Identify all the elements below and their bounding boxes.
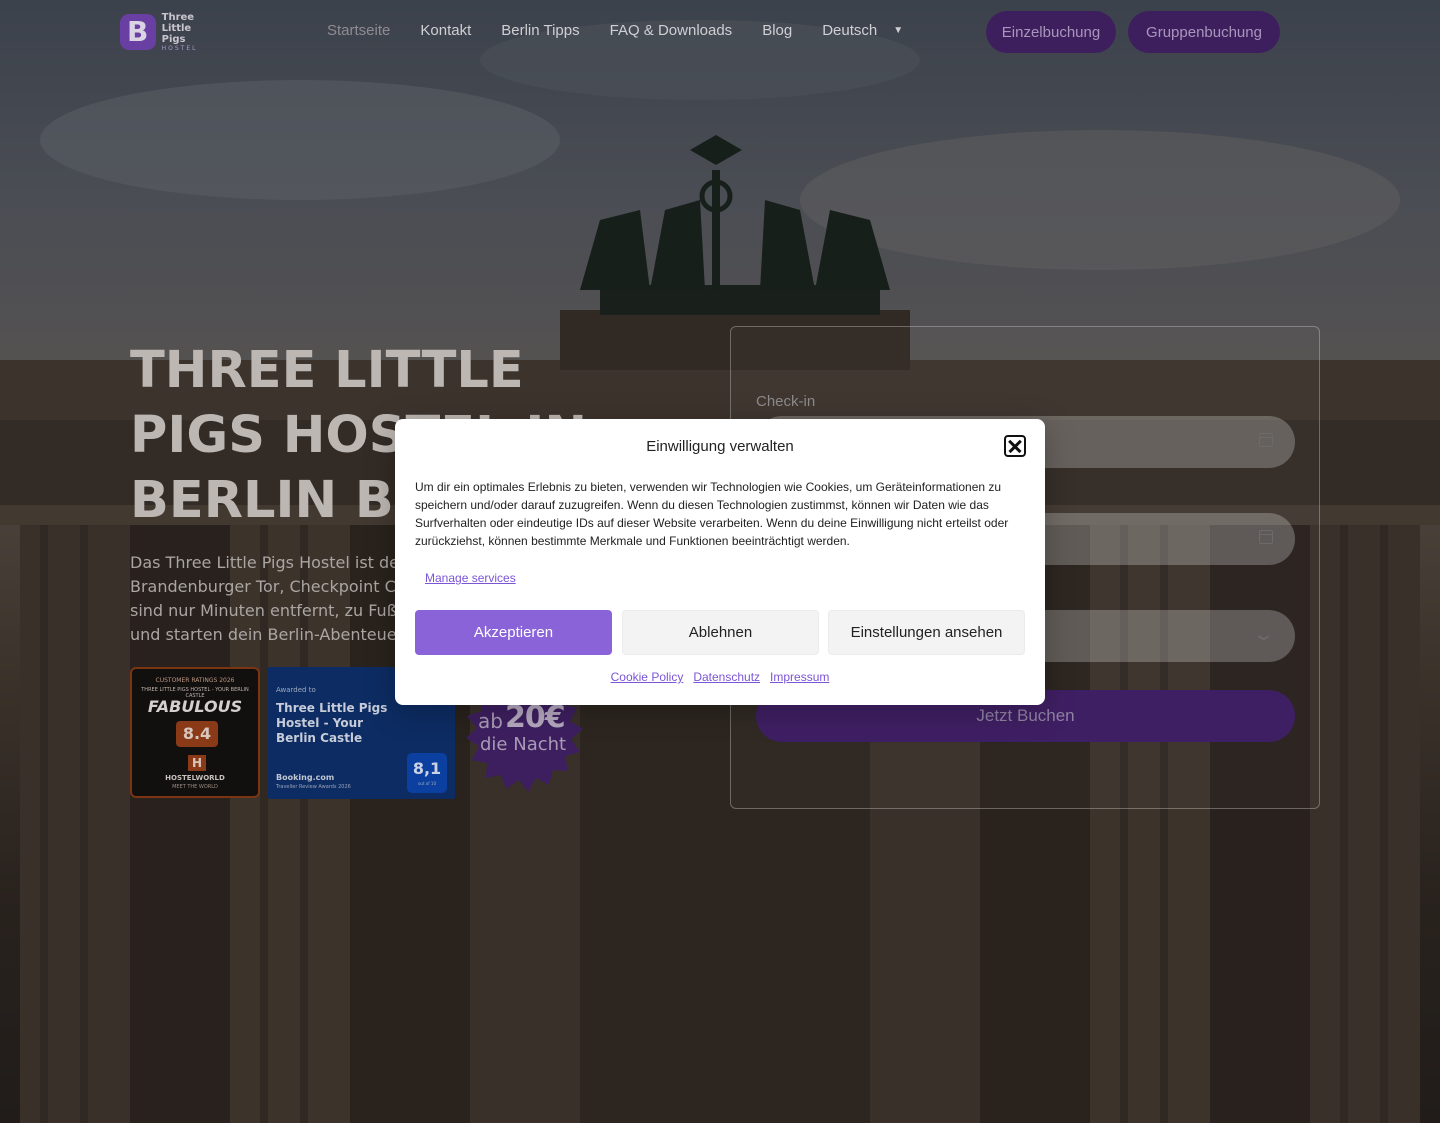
logo-text: Three Little Pigs HOSTEL <box>162 12 215 52</box>
calendar-icon <box>1259 433 1273 447</box>
view-settings-button[interactable]: Einstellungen ansehen <box>828 610 1025 655</box>
nav-item-startseite[interactable]: Startseite <box>327 22 390 39</box>
booking-score-scale: out of 10 <box>417 781 437 786</box>
price-suffix: die Nacht <box>480 734 567 755</box>
logo-mark-icon: B <box>120 14 156 50</box>
single-booking-button[interactable]: Einzelbuchung <box>986 11 1116 53</box>
main-nav: Startseite Kontakt Berlin Tipps FAQ & Do… <box>327 22 933 39</box>
consent-body: Um dir ein optimales Erlebnis zu bieten,… <box>415 480 1009 548</box>
cookie-policy-link[interactable]: Cookie Policy <box>611 670 684 684</box>
hero-description: Das Three Little Pigs Hostel ist dein Br… <box>130 553 414 644</box>
consent-footer-links: Cookie Policy Datenschutz Impressum <box>395 670 1045 684</box>
caret-down-icon: ▼ <box>893 25 904 36</box>
price-amount: 20€ <box>505 700 566 735</box>
hostelworld-top: CUSTOMER RATINGS 2026 <box>155 677 235 684</box>
nav-item-kontakt[interactable]: Kontakt <box>420 22 471 39</box>
site-header: B Three Little Pigs HOSTEL Startseite Ko… <box>0 0 1440 64</box>
cookie-consent-dialog: Einwilligung verwalten Um dir ein optima… <box>395 419 1045 705</box>
logo-line-1: Three <box>161 12 195 23</box>
accept-button[interactable]: Akzeptieren <box>415 610 612 655</box>
booking-score: 8,1 <box>407 753 447 793</box>
deny-button[interactable]: Ablehnen <box>622 610 819 655</box>
nav-item-faq-downloads[interactable]: FAQ & Downloads <box>610 22 733 39</box>
checkin-label: Check-in <box>756 393 816 410</box>
logo-line-3: HOSTEL <box>161 45 198 52</box>
privacy-link[interactable]: Datenschutz <box>693 670 760 684</box>
close-icon[interactable] <box>1004 435 1026 457</box>
calendar-icon <box>1259 530 1273 544</box>
hostelworld-score: 8.4 <box>176 721 218 747</box>
imprint-link[interactable]: Impressum <box>770 670 829 684</box>
hostelworld-logo-icon: H <box>188 755 206 771</box>
site-logo[interactable]: B Three Little Pigs HOSTEL <box>120 12 215 52</box>
nav-item-blog[interactable]: Blog <box>762 22 792 39</box>
chevron-down-icon: ⌄ <box>1251 624 1276 645</box>
hostelworld-brand: HOSTELWORLD <box>165 774 225 782</box>
booking-awarded-to: Awarded to <box>276 686 316 694</box>
price-prefix: ab <box>478 709 503 733</box>
hostelworld-tagline: MEET THE WORLD <box>172 784 218 790</box>
booking-hostel-name: Three Little Pigs Hostel - Your Berlin C… <box>276 701 388 745</box>
booking-award-name: Traveller Review Awards 2026 <box>276 784 351 790</box>
hostelworld-award-badge: CUSTOMER RATINGS 2026 THREE LITTLE PIGS … <box>130 667 260 798</box>
language-label: Deutsch <box>822 22 878 39</box>
nav-item-berlin-tipps[interactable]: Berlin Tipps <box>501 22 579 39</box>
consent-title: Einwilligung verwalten <box>646 438 794 455</box>
hostelworld-award: FABULOUS <box>147 697 243 716</box>
booking-brand: Booking.com <box>276 773 335 782</box>
group-booking-button[interactable]: Gruppenbuchung <box>1128 11 1280 53</box>
logo-line-2: Little Pigs <box>161 23 192 45</box>
language-selector[interactable]: Deutsch ▼ <box>822 22 903 39</box>
manage-services-link[interactable]: Manage services <box>425 571 516 585</box>
